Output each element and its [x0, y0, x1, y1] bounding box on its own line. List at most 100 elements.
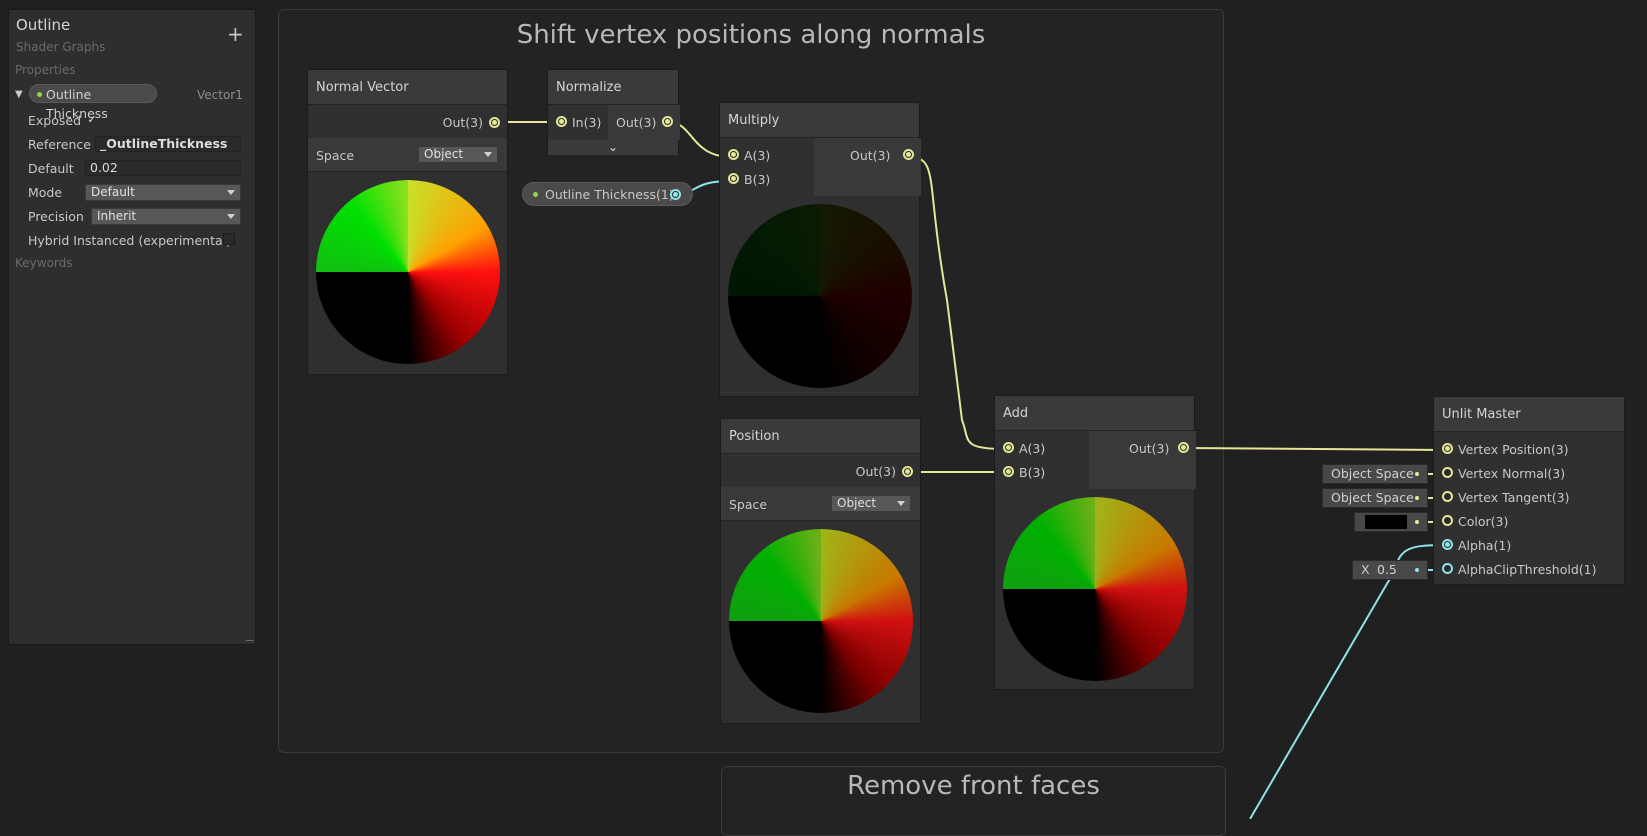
reference-field[interactable]: _OutlineThickness [95, 136, 241, 152]
property-type: Vector1 [197, 88, 243, 102]
output-port[interactable] [1178, 442, 1189, 453]
node-add[interactable]: Add A(3) B(3) Out(3) [994, 395, 1196, 690]
port-dot-icon [1415, 472, 1419, 476]
property-dot-icon [533, 192, 538, 197]
port-area: A(3) B(3) Out(3) [720, 138, 921, 196]
space-dropdown[interactable]: Object [831, 495, 911, 512]
input-port-alpha[interactable] [1442, 539, 1453, 550]
space-value: Object [837, 496, 877, 510]
mode-dropdown[interactable]: Default [85, 184, 241, 201]
input-port-alpha-clip[interactable] [1442, 563, 1453, 574]
input-port-vertex-tangent[interactable] [1442, 491, 1453, 502]
port-dot-icon [1415, 520, 1419, 524]
input-port-a[interactable] [728, 149, 739, 160]
property-node-label: Outline Thickness(1) [545, 187, 674, 202]
port-b-label: B(3) [744, 172, 771, 187]
node-title: Normalize [548, 70, 678, 105]
precision-dropdown[interactable]: Inherit [91, 208, 241, 225]
axis-label: X [1361, 562, 1370, 577]
vertex-tangent-space-field[interactable]: Object Space [1322, 488, 1428, 508]
node-multiply[interactable]: Multiply A(3) B(3) Out(3) [719, 102, 921, 397]
wire-alpha-input [1249, 544, 1446, 819]
group-remove-front-faces[interactable]: Remove front faces [721, 766, 1226, 836]
property-pill-outline-thickness[interactable]: Outline Thickness [29, 84, 157, 121]
preview-area [720, 196, 919, 396]
keywords-section-label: Keywords [15, 256, 73, 270]
node-position[interactable]: Position Out(3) Space Object [720, 418, 921, 724]
preview-sphere [1003, 497, 1187, 681]
mode-label: Mode [28, 185, 63, 200]
port-area: Out(3) [308, 105, 507, 138]
port-area: A(3) B(3) Out(3) [995, 431, 1196, 489]
port-dot-icon [1415, 496, 1419, 500]
input-port-vertex-position[interactable] [1442, 443, 1453, 454]
default-field[interactable]: 0.02 [85, 160, 241, 176]
add-property-button[interactable]: + [227, 24, 244, 44]
dropdown-arrow-icon [227, 214, 235, 219]
preview-sphere [316, 180, 500, 364]
output-port[interactable] [903, 149, 914, 160]
input-port-b[interactable] [1003, 466, 1014, 477]
exposed-checkbox[interactable]: ✓ [86, 114, 98, 126]
preview-area [995, 489, 1194, 689]
port-out-label: Out(3) [616, 115, 657, 130]
output-port[interactable] [662, 116, 673, 127]
precision-label: Precision [28, 209, 84, 224]
dropdown-arrow-icon [897, 501, 905, 506]
port-label: Alpha(1) [1458, 538, 1512, 553]
color-field[interactable] [1354, 512, 1428, 532]
space-row: Space Object [721, 487, 920, 521]
port-label: Vertex Tangent(3) [1458, 490, 1570, 505]
input-port-vertex-normal[interactable] [1442, 467, 1453, 478]
input-port-b[interactable] [728, 173, 739, 184]
vertex-normal-space-field[interactable]: Object Space [1322, 464, 1428, 484]
port-out-label: Out(3) [850, 148, 891, 163]
preview-sphere [729, 529, 913, 713]
input-port-color[interactable] [1442, 515, 1453, 526]
hybrid-label: Hybrid Instanced (experimental) [28, 233, 232, 248]
space-value: Object Space [1331, 466, 1414, 481]
output-column: Out(3) [814, 138, 921, 196]
output-port[interactable] [670, 189, 681, 200]
blackboard-panel: Outline Shader Graphs + Properties ▼ Out… [8, 9, 256, 645]
space-label: Space [729, 497, 768, 512]
input-port-a[interactable] [1003, 442, 1014, 453]
preview-sphere [728, 204, 912, 388]
expand-toggle[interactable]: ⌄ [548, 140, 678, 155]
chevron-down-icon: ⌄ [607, 140, 619, 154]
output-column: Out(3) [1089, 431, 1196, 489]
clip-value[interactable]: 0.5 [1377, 561, 1397, 579]
hybrid-checkbox[interactable] [223, 233, 235, 245]
input-port[interactable] [556, 116, 567, 127]
port-a-label: A(3) [744, 148, 771, 163]
node-unlit-master[interactable]: Unlit Master Vertex Position(3) Vertex N… [1433, 396, 1625, 585]
node-title: Position [721, 419, 920, 454]
output-port[interactable] [489, 117, 500, 128]
space-dropdown[interactable]: Object [418, 146, 498, 163]
alpha-clip-field[interactable]: X 0.5 [1352, 560, 1428, 580]
space-row: Space Object [308, 138, 507, 172]
group-title: Shift vertex positions along normals [516, 20, 986, 50]
node-normalize[interactable]: Normalize In(3) Out(3) ⌄ [547, 69, 680, 155]
node-title: Add [995, 396, 1194, 431]
color-swatch[interactable] [1365, 515, 1407, 529]
properties-section-label: Properties [15, 63, 76, 77]
port-area: In(3) Out(3) [548, 105, 680, 140]
output-port[interactable] [902, 466, 913, 477]
blackboard-title: Outline [16, 16, 71, 34]
space-label: Space [316, 148, 355, 163]
reference-label: Reference [28, 137, 91, 152]
output-column: Out(3) [608, 105, 680, 140]
mode-value: Default [91, 185, 135, 199]
node-normal-vector[interactable]: Normal Vector Out(3) Space Object [307, 69, 508, 375]
property-dot-icon [37, 92, 42, 97]
port-a-label: A(3) [1019, 441, 1046, 456]
chevron-down-icon[interactable]: ▼ [15, 89, 23, 100]
resize-handle[interactable] [246, 640, 254, 641]
port-b-label: B(3) [1019, 465, 1046, 480]
port-out-label: Out(3) [1129, 441, 1170, 456]
port-out-label: Out(3) [855, 464, 896, 479]
precision-value: Inherit [97, 209, 137, 223]
port-label: AlphaClipThreshold(1) [1458, 562, 1597, 577]
node-property-outline-thickness[interactable]: Outline Thickness(1) [522, 182, 693, 206]
